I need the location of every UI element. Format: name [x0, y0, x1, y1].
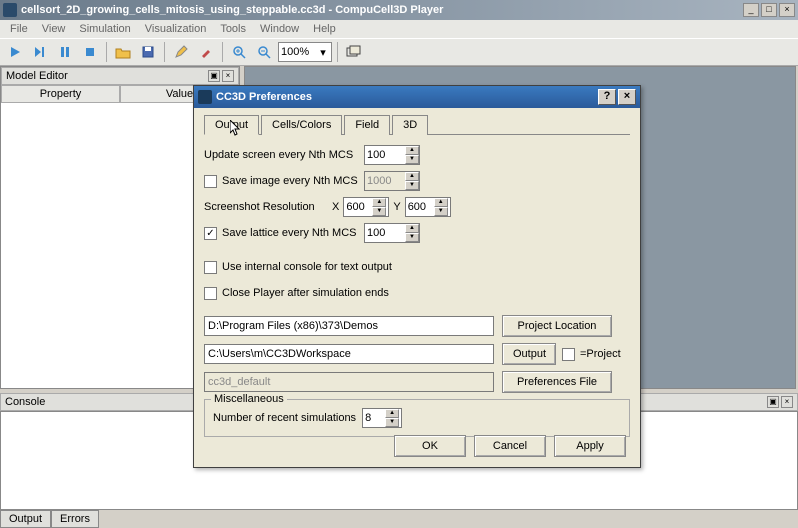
menubar: File View Simulation Visualization Tools…	[0, 20, 798, 38]
toolbar: ▾	[0, 38, 798, 66]
spin-down-icon[interactable]: ▼	[405, 155, 419, 164]
pencil-button[interactable]	[195, 41, 217, 63]
project-location-input[interactable]	[204, 316, 494, 336]
apply-button[interactable]: Apply	[554, 435, 626, 457]
cancel-button[interactable]: Cancel	[474, 435, 546, 457]
save-image-input	[365, 172, 405, 190]
menu-help[interactable]: Help	[307, 21, 342, 37]
menu-view[interactable]: View	[36, 21, 72, 37]
chevron-down-icon[interactable]: ▾	[317, 46, 329, 59]
screenshot-y-spinner[interactable]: ▲▼	[405, 197, 451, 217]
console-undock-button[interactable]: ▣	[767, 396, 779, 408]
save-button[interactable]	[137, 41, 159, 63]
update-screen-input[interactable]	[365, 146, 405, 164]
eq-project-checkbox[interactable]	[562, 348, 575, 361]
zoom-in-button[interactable]	[228, 41, 250, 63]
tab-output[interactable]: Output	[0, 510, 51, 528]
app-icon	[3, 3, 17, 17]
maximize-button[interactable]: □	[761, 3, 777, 17]
recent-label: Number of recent simulations	[213, 412, 356, 424]
menu-tools[interactable]: Tools	[214, 21, 252, 37]
dialog-titlebar[interactable]: CC3D Preferences ? ×	[194, 86, 640, 108]
step-button[interactable]	[29, 41, 51, 63]
dialog-close-button[interactable]: ×	[618, 89, 636, 105]
internal-console-label: Use internal console for text output	[222, 261, 392, 273]
play-button[interactable]	[4, 41, 26, 63]
recent-input[interactable]	[363, 409, 385, 427]
preferences-dialog: CC3D Preferences ? × Output Cells/Colors…	[193, 85, 641, 468]
tab-field[interactable]: Field	[344, 115, 390, 135]
minimize-button[interactable]: _	[743, 3, 759, 17]
zoom-select[interactable]: ▾	[278, 42, 332, 62]
screenshot-label: Screenshot Resolution	[204, 201, 328, 213]
dialog-title: CC3D Preferences	[216, 91, 596, 103]
col-property[interactable]: Property	[1, 85, 120, 103]
save-image-checkbox[interactable]	[204, 175, 217, 188]
screenshot-y-input[interactable]	[406, 198, 434, 216]
save-image-label: Save image every Nth MCS	[222, 175, 358, 187]
dialog-help-button[interactable]: ?	[598, 89, 616, 105]
output-button[interactable]: Output	[502, 343, 556, 365]
pause-button[interactable]	[54, 41, 76, 63]
dialog-tabs: Output Cells/Colors Field 3D	[204, 114, 630, 135]
model-editor-title: Model Editor	[6, 70, 206, 82]
screenshot-x-label: X	[332, 201, 339, 213]
close-button[interactable]: ×	[779, 3, 795, 17]
update-screen-label: Update screen every Nth MCS	[204, 149, 364, 161]
misc-legend: Miscellaneous	[211, 393, 287, 405]
tab-3d[interactable]: 3D	[392, 115, 428, 135]
misc-group: Miscellaneous Number of recent simulatio…	[204, 399, 630, 437]
save-lattice-checkbox[interactable]: ✓	[204, 227, 217, 240]
spin-up-icon[interactable]: ▲	[405, 146, 419, 155]
update-screen-spinner[interactable]: ▲▼	[364, 145, 420, 165]
main-titlebar: cellsort_2D_growing_cells_mitosis_using_…	[0, 0, 798, 20]
save-lattice-spinner[interactable]: ▲▼	[364, 223, 420, 243]
menu-window[interactable]: Window	[254, 21, 305, 37]
menu-file[interactable]: File	[4, 21, 34, 37]
undock-button[interactable]: ▣	[208, 70, 220, 82]
tab-errors[interactable]: Errors	[51, 510, 99, 528]
zoom-out-button[interactable]	[253, 41, 275, 63]
open-button[interactable]	[112, 41, 134, 63]
screenshot-x-input[interactable]	[344, 198, 372, 216]
window-title: cellsort_2D_growing_cells_mitosis_using_…	[21, 4, 743, 16]
recent-spinner[interactable]: ▲▼	[362, 408, 402, 428]
save-lattice-label: Save lattice every Nth MCS	[222, 227, 357, 239]
zoom-value[interactable]	[281, 46, 317, 58]
project-location-button[interactable]: Project Location	[502, 315, 612, 337]
stop-button[interactable]	[79, 41, 101, 63]
output-path-input[interactable]	[204, 344, 494, 364]
console-close-button[interactable]: ×	[781, 396, 793, 408]
screenshot-x-spinner[interactable]: ▲▼	[343, 197, 389, 217]
dialog-icon	[198, 90, 212, 104]
edit-button[interactable]	[170, 41, 192, 63]
close-player-label: Close Player after simulation ends	[222, 287, 389, 299]
ok-button[interactable]: OK	[394, 435, 466, 457]
close-player-checkbox[interactable]	[204, 287, 217, 300]
menu-visualization[interactable]: Visualization	[139, 21, 213, 37]
close-pane-button[interactable]: ×	[222, 70, 234, 82]
prefs-file-button[interactable]: Preferences File	[502, 371, 612, 393]
window-button[interactable]	[343, 41, 365, 63]
menu-simulation[interactable]: Simulation	[73, 21, 136, 37]
screenshot-y-label: Y	[393, 201, 400, 213]
prefs-file-input	[204, 372, 494, 392]
eq-project-label: =Project	[580, 348, 621, 360]
save-image-spinner: ▲▼	[364, 171, 420, 191]
tab-output-prefs[interactable]: Output	[204, 115, 259, 135]
tab-cells-colors[interactable]: Cells/Colors	[261, 115, 342, 135]
internal-console-checkbox[interactable]	[204, 261, 217, 274]
save-lattice-input[interactable]	[365, 224, 405, 242]
